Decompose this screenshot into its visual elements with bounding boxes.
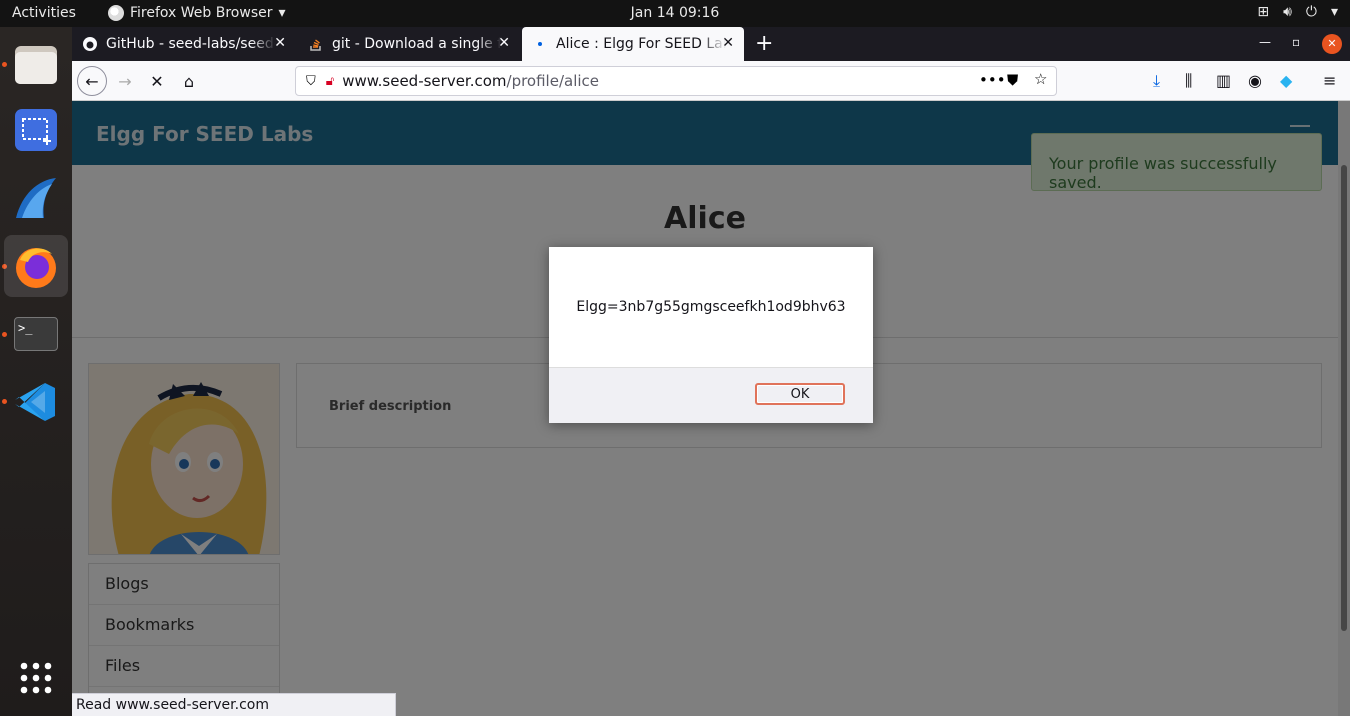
web-page: Elgg For SEED Labs Your profile was succ… — [72, 101, 1350, 716]
extension-icon[interactable]: ◆ — [1280, 71, 1292, 90]
close-icon[interactable]: ✕ — [498, 35, 510, 51]
dock-vscode[interactable] — [4, 371, 68, 433]
status-bar: Read www.seed-server.com — [72, 693, 396, 716]
alert-footer: OK — [549, 367, 873, 423]
dock-show-apps[interactable] — [4, 647, 68, 709]
volume-icon[interactable]: 🔊︎ — [1283, 4, 1292, 20]
stackoverflow-icon — [310, 39, 321, 51]
app-menu-label: Firefox Web Browser — [130, 5, 273, 21]
dock: >_ — [0, 27, 72, 716]
library-icon[interactable]: ⫼ — [1185, 71, 1192, 91]
terminal-icon: >_ — [14, 317, 58, 351]
dock-terminal[interactable]: >_ — [4, 303, 68, 365]
tab-label: Alice : Elgg For SEED Labs — [556, 36, 726, 52]
app-grid-icon — [20, 662, 52, 694]
sidebar-icon[interactable]: ▥ — [1216, 71, 1231, 90]
ok-button[interactable]: OK — [755, 383, 845, 405]
tab-bar: GitHub - seed-labs/seed-labs ✕ git - Dow… — [72, 27, 1350, 61]
power-icon[interactable]: ⏻ — [1306, 4, 1317, 20]
menu-icon[interactable]: ≡ — [1323, 71, 1336, 90]
tab-label: git - Download a single file — [332, 36, 502, 52]
github-icon — [83, 37, 97, 51]
browser-window: GitHub - seed-labs/seed-labs ✕ git - Dow… — [72, 27, 1350, 716]
navigation-bar: ← → ✕ ⌂ ⛉ 🔓︎ www.seed-server.com/profile… — [72, 61, 1350, 101]
tab-stackoverflow[interactable]: git - Download a single file ✕ — [298, 27, 520, 61]
bookmark-star-icon[interactable]: ☆ — [1034, 70, 1047, 88]
wireshark-fin-icon — [16, 178, 56, 218]
maximize-icon[interactable]: ▫ — [1292, 35, 1300, 49]
top-bar: Activities Firefox Web Browser ▾ Jan 14 … — [0, 0, 1350, 27]
dock-wireshark[interactable] — [4, 167, 68, 229]
firefox-icon — [108, 5, 124, 21]
tab-alice[interactable]: Alice : Elgg For SEED Labs ✕ — [522, 27, 744, 61]
dock-screenshot[interactable] — [4, 99, 68, 161]
url-bar[interactable]: ⛉ 🔓︎ www.seed-server.com/profile/alice •… — [295, 66, 1057, 96]
url-path: /profile/alice — [506, 72, 600, 90]
url-host: www.seed-server.com — [342, 72, 507, 90]
terminal-prompt: >_ — [18, 321, 33, 335]
alert-dialog: Elgg=3nb7g55gmgsceefkh1od9bhv63 OK — [549, 247, 873, 423]
system-tray[interactable]: ⊞ 🔊︎ ⏻ ▾ — [1257, 4, 1338, 20]
insecure-lock-icon[interactable]: 🔓︎ — [326, 74, 334, 89]
dock-firefox[interactable] — [4, 235, 68, 297]
network-icon[interactable]: ⊞ — [1257, 4, 1269, 20]
tab-label: GitHub - seed-labs/seed-labs — [106, 36, 276, 52]
forward-arrow-icon[interactable]: → — [110, 66, 140, 96]
screenshot-icon — [15, 109, 57, 151]
stop-icon[interactable]: ✕ — [142, 66, 172, 96]
account-icon[interactable]: ◉ — [1248, 71, 1262, 90]
caret-down-icon: ▾ — [278, 5, 286, 21]
download-icon[interactable]: ⤓ — [1153, 71, 1160, 91]
vscode-icon — [15, 383, 55, 421]
new-tab-icon[interactable]: + — [755, 31, 773, 56]
activities-button[interactable]: Activities — [12, 5, 76, 21]
pocket-icon[interactable]: ⛊ — [1007, 71, 1018, 89]
url-text[interactable]: www.seed-server.com/profile/alice — [342, 72, 599, 90]
files-icon — [15, 46, 57, 84]
window-close-icon[interactable]: ✕ — [1322, 34, 1342, 54]
close-icon[interactable]: ✕ — [722, 35, 734, 51]
firefox-icon — [16, 248, 56, 288]
alert-message: Elgg=3nb7g55gmgsceefkh1od9bhv63 — [576, 299, 846, 315]
app-menu[interactable]: Firefox Web Browser ▾ — [108, 5, 286, 21]
home-icon[interactable]: ⌂ — [174, 66, 204, 96]
minimize-icon[interactable]: — — [1259, 35, 1271, 49]
shield-icon[interactable]: ⛉ — [306, 74, 316, 89]
back-arrow-icon[interactable]: ← — [77, 66, 107, 96]
page-actions-icon[interactable]: ••• — [979, 71, 1006, 89]
loading-dot-icon — [532, 36, 548, 52]
tab-github[interactable]: GitHub - seed-labs/seed-labs ✕ — [72, 27, 296, 61]
dock-files[interactable] — [4, 33, 68, 95]
close-icon[interactable]: ✕ — [274, 35, 286, 51]
caret-down-icon[interactable]: ▾ — [1331, 4, 1338, 20]
